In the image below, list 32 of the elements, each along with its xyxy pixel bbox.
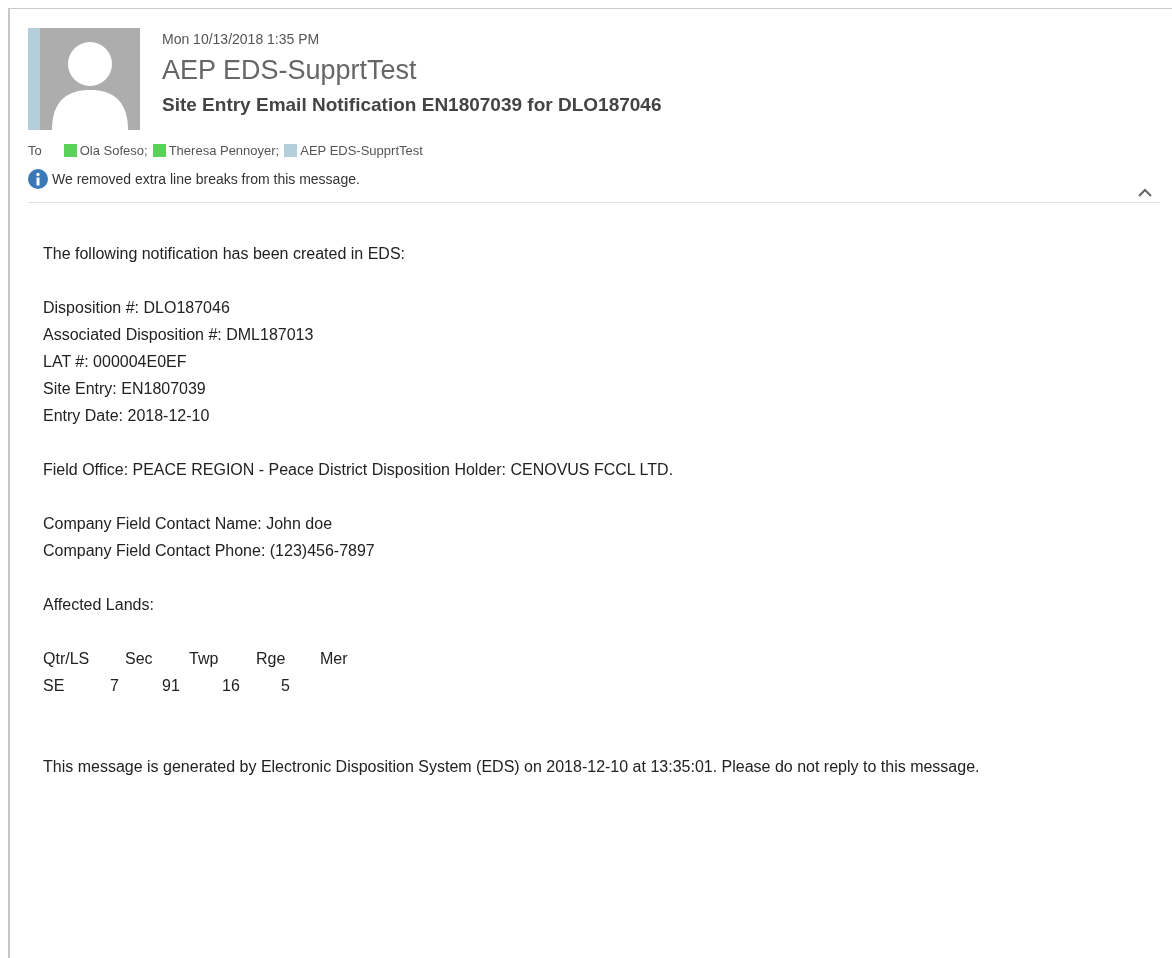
body-text: Field Office: PEACE REGION - Peace District Disposition Holder: CENOVUS FCCL LTD. — [43, 459, 675, 480]
footer-text: This message is generated by Electronic Disposition System (EDS) on 2018-12-10 at 13:35:01. Please do not reply to this message. — [43, 756, 981, 777]
body-text: Site Entry: EN1807039 — [43, 378, 207, 399]
recipient-name[interactable]: AEP EDS-SupprtTest — [300, 141, 423, 161]
body-text: Entry Date: 2018-12-10 — [43, 405, 211, 426]
info-message: We removed extra line breaks from this message. — [52, 169, 360, 189]
subject-text: Site Entry Email Notification EN1807039 for DLO187046 — [162, 93, 662, 117]
avatar-icon — [28, 28, 140, 130]
info-icon — [28, 169, 48, 189]
body-text: Disposition #: DLO187046 — [43, 297, 231, 318]
table-cell-text: 16 — [222, 675, 241, 696]
sender-name: AEP EDS-SupprtTest — [162, 54, 418, 87]
column-header: Rge — [256, 648, 287, 669]
body-text: Company Field Contact Name: John doe — [43, 513, 334, 534]
body-text: LAT #: 000004E0EF — [43, 351, 188, 372]
column-header: Sec — [125, 648, 154, 669]
body-text: Associated Disposition #: DML187013 — [43, 324, 315, 345]
recipient-name[interactable]: Ola Sofeso; — [79, 141, 148, 161]
to-label: To — [28, 142, 42, 160]
table-cell-text: 5 — [281, 675, 291, 696]
column-header: Twp — [189, 648, 220, 669]
date-text: Mon 10/13/2018 1:35 PM — [162, 30, 321, 49]
collapse-icon[interactable] — [1138, 187, 1152, 197]
table-cell-text: 7 — [110, 675, 120, 696]
table-cell-text: SE — [43, 675, 66, 696]
body-text: The following notification has been created in EDS: — [43, 243, 406, 264]
column-header: Qtr/LS — [43, 648, 91, 669]
body-text: Company Field Contact Phone: (123)456-7897 — [43, 540, 376, 561]
column-header: Mer — [320, 648, 349, 669]
body-text: Affected Lands: — [43, 594, 155, 615]
recipient-name[interactable]: Theresa Pennoyer; — [168, 141, 280, 161]
table-cell-text: 91 — [162, 675, 181, 696]
